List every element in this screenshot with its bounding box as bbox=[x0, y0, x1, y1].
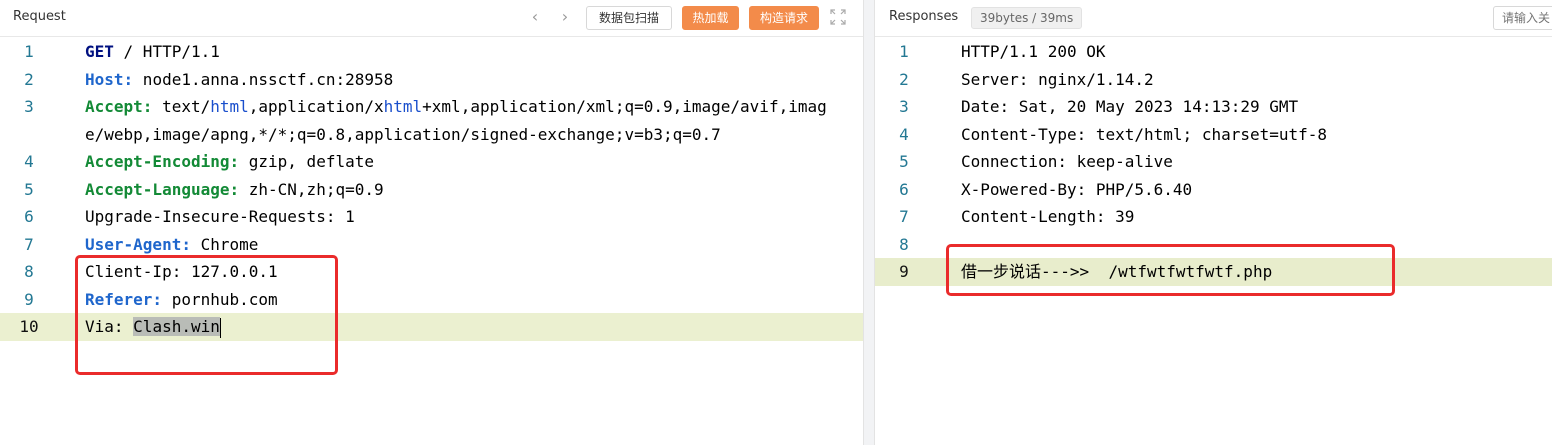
line-number: 4 bbox=[899, 124, 909, 144]
response-panel: Responses 39bytes / 39ms 1 HTTP/1.1 200 … bbox=[874, 0, 1552, 445]
response-text: Content-Type: text/html; charset=utf-8 bbox=[961, 124, 1328, 144]
response-line: 1 HTTP/1.1 200 OK bbox=[875, 38, 1552, 66]
request-line: 4 Accept-Encoding: gzip, deflate bbox=[0, 148, 863, 176]
line-number: 10 bbox=[19, 317, 39, 336]
line-number: 1 bbox=[24, 42, 34, 61]
request-panel: Request ‹ › 数据包扫描 热加载 构造请求 1 GET / HTTP/… bbox=[0, 0, 864, 445]
request-target: / HTTP/1.1 bbox=[113, 42, 220, 61]
line-number: 5 bbox=[899, 152, 909, 171]
line-number: 7 bbox=[24, 234, 34, 254]
packet-scan-button[interactable]: 数据包扫描 bbox=[586, 6, 672, 30]
line-number: 1 bbox=[899, 42, 909, 61]
header-value: text/ bbox=[152, 97, 211, 116]
next-arrow-icon[interactable]: › bbox=[556, 7, 574, 27]
line-number: 7 bbox=[899, 207, 909, 226]
request-line-active: 10 Via: Clash.win bbox=[0, 313, 863, 341]
header-value: Chrome bbox=[190, 234, 259, 254]
line-number: 8 bbox=[24, 262, 34, 281]
prev-arrow-icon[interactable]: ‹ bbox=[526, 7, 544, 27]
line-number: 8 bbox=[899, 234, 909, 254]
header-text: Upgrade-Insecure-Requests: 1 bbox=[85, 207, 355, 226]
request-line: 5 Accept-Language: zh-CN,zh;q=0.9 bbox=[0, 176, 863, 204]
request-line: 1 GET / HTTP/1.1 bbox=[0, 38, 863, 66]
response-text: HTTP/1.1 200 OK bbox=[961, 42, 1106, 61]
line-number: 3 bbox=[24, 97, 34, 116]
request-line: 7 User-Agent: Chrome bbox=[0, 231, 863, 259]
line-number: 2 bbox=[899, 69, 909, 89]
line-number: 6 bbox=[899, 179, 909, 199]
request-line: 9 Referer: pornhub.com bbox=[0, 286, 863, 314]
build-request-button[interactable]: 构造请求 bbox=[749, 6, 819, 30]
response-line: 6 X-Powered-By: PHP/5.6.40 bbox=[875, 176, 1552, 204]
hint-path: --->> /wtfwtfwtfwtf.php bbox=[1041, 262, 1273, 281]
response-search-input[interactable] bbox=[1493, 6, 1552, 30]
header-key: Host: bbox=[85, 69, 134, 89]
header-key: User-Agent: bbox=[85, 234, 191, 254]
request-line: 3 Accept: text/html,application/xhtml+xm… bbox=[0, 93, 863, 148]
header-value: html bbox=[210, 97, 249, 116]
request-header: Request ‹ › 数据包扫描 热加载 构造请求 bbox=[0, 0, 863, 37]
header-key: Accept-Encoding: bbox=[85, 152, 240, 171]
response-title: Responses bbox=[889, 9, 959, 24]
line-number: 2 bbox=[24, 69, 34, 89]
request-title: Request bbox=[13, 9, 66, 24]
line-number: 4 bbox=[24, 152, 34, 171]
header-key: Referer: bbox=[85, 289, 163, 309]
line-number: 9 bbox=[24, 289, 34, 309]
response-line: 8 bbox=[875, 231, 1552, 259]
header-value: ,application/x bbox=[248, 97, 384, 116]
response-editor[interactable]: 1 HTTP/1.1 200 OK 2 Server: nginx/1.14.2… bbox=[875, 38, 1552, 445]
hint-text: 借一步说话 bbox=[961, 262, 1042, 281]
header-text: Client-Ip: 127.0.0.1 bbox=[85, 262, 278, 281]
header-value: zh-CN,zh;q=0.9 bbox=[239, 179, 384, 199]
response-text: Connection: keep-alive bbox=[961, 152, 1173, 171]
response-line: 3 Date: Sat, 20 May 2023 14:13:29 GMT bbox=[875, 93, 1552, 121]
header-value: html bbox=[383, 97, 423, 116]
line-number: 5 bbox=[24, 179, 34, 199]
expand-icon[interactable] bbox=[830, 9, 846, 25]
response-text: Date: Sat, 20 May 2023 14:13:29 GMT bbox=[961, 97, 1299, 116]
line-number: 6 bbox=[24, 207, 34, 226]
response-line: 5 Connection: keep-alive bbox=[875, 148, 1552, 176]
response-line-active: 9 借一步说话--->> /wtfwtfwtfwtf.php bbox=[875, 258, 1552, 286]
response-meta-badge: 39bytes / 39ms bbox=[971, 7, 1083, 29]
response-line: 4 Content-Type: text/html; charset=utf-8 bbox=[875, 121, 1552, 149]
response-header: Responses 39bytes / 39ms bbox=[875, 0, 1552, 37]
line-number: 9 bbox=[899, 262, 909, 281]
header-value: node1.anna.nssctf.cn:28958 bbox=[133, 69, 394, 89]
response-line: 2 Server: nginx/1.14.2 bbox=[875, 66, 1552, 94]
response-text: Server: nginx/1.14.2 bbox=[961, 69, 1154, 89]
request-line: 6 Upgrade-Insecure-Requests: 1 bbox=[0, 203, 863, 231]
request-line: 2 Host: node1.anna.nssctf.cn:28958 bbox=[0, 66, 863, 94]
response-text: X-Powered-By: PHP/5.6.40 bbox=[961, 179, 1193, 199]
header-key: Accept-Language: bbox=[85, 179, 240, 199]
http-method: GET bbox=[85, 42, 114, 61]
header-value: pornhub.com bbox=[162, 289, 278, 309]
header-key: Accept: bbox=[85, 97, 153, 116]
selected-text: Clash.win bbox=[133, 317, 220, 336]
response-line: 7 Content-Length: 39 bbox=[875, 203, 1552, 231]
header-text: Via: bbox=[85, 317, 134, 336]
text-cursor bbox=[219, 317, 221, 338]
header-value: gzip, deflate bbox=[239, 152, 374, 171]
line-number: 3 bbox=[899, 97, 909, 116]
request-editor[interactable]: 1 GET / HTTP/1.1 2 Host: node1.anna.nssc… bbox=[0, 38, 863, 445]
response-text: Content-Length: 39 bbox=[961, 207, 1135, 226]
hot-load-button[interactable]: 热加载 bbox=[682, 6, 739, 30]
request-line: 8 Client-Ip: 127.0.0.1 bbox=[0, 258, 863, 286]
